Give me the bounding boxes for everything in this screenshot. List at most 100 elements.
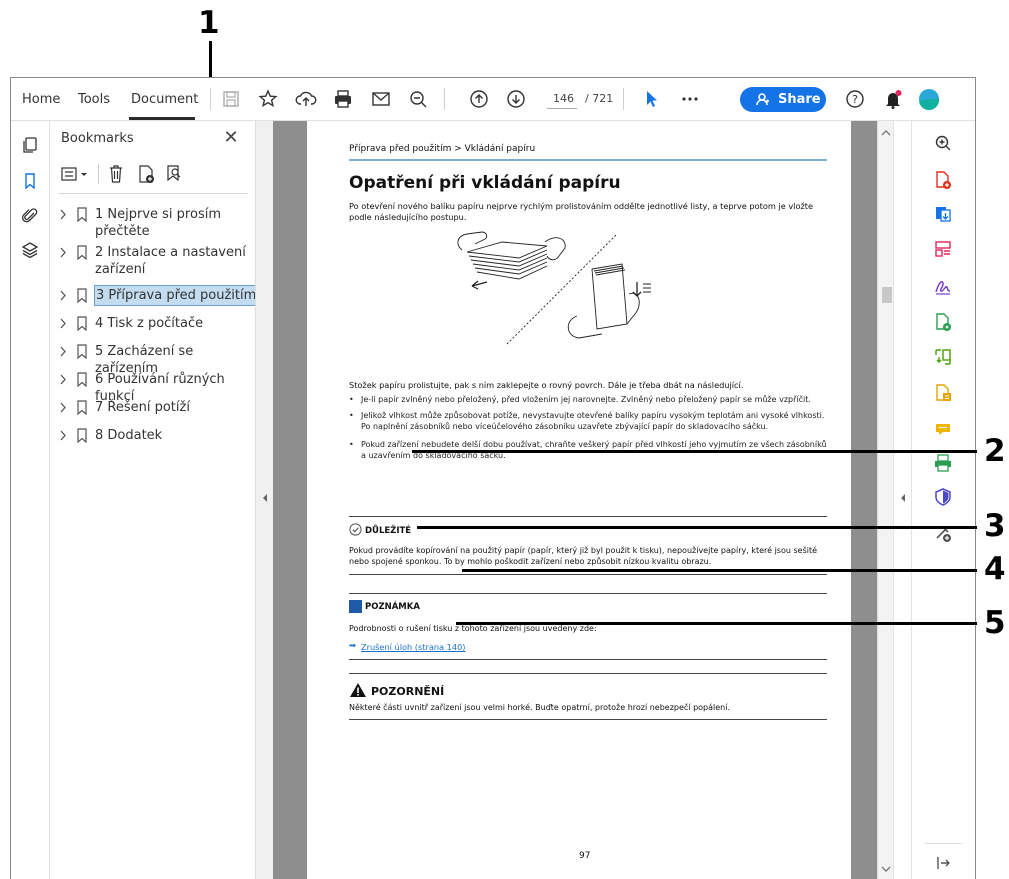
doc-rule [349,659,827,660]
star-icon[interactable] [256,87,280,111]
bookmark-item[interactable]: 2 Instalace a nastavení zařízení [50,244,255,278]
important-check-icon [349,523,362,536]
zoom-icon[interactable] [933,133,953,153]
doc-breadcrumb: Příprava před použitím > Vkládání papíru [349,144,536,154]
toolbar-separator [444,88,445,110]
bookmarks-divider [58,193,248,194]
doc-rule [349,593,827,594]
cloud-upload-icon[interactable] [294,87,318,111]
share-button-label: Share [778,92,821,107]
important-title: DŮLEŽITÉ [365,526,412,536]
panel-splitter[interactable] [255,121,274,879]
notification-icon[interactable] [881,87,905,111]
chevron-right-icon[interactable] [58,399,68,416]
compress-icon[interactable] [933,347,953,367]
export-pdf-icon[interactable] [933,204,953,224]
bookmark-item-selected[interactable]: 3 Příprava před použitím [50,285,259,306]
new-bookmark-icon[interactable] [136,163,156,185]
page-number-current[interactable]: 146 [553,92,574,105]
page-up-icon[interactable] [467,87,491,111]
print-icon[interactable] [331,87,355,111]
warning-title: POZORNĚNÍ [371,685,445,698]
bookmark-item[interactable]: 7 Řešení potíží [50,399,255,416]
more-icon[interactable] [678,87,702,111]
bookmark-label: 2 Instalace a nastavení zařízení [95,245,246,277]
chevron-right-icon[interactable] [58,206,68,223]
warning-text: Některé části uvnitř zařízení jsou velmi… [349,703,731,712]
chevron-right-icon[interactable] [58,315,68,332]
menu-document[interactable]: Document [131,92,198,107]
bookmark-label: 4 Tisk z počítače [95,316,204,331]
paper-fanning-illustration [457,231,651,345]
acrobat-window: Home Tools Document 146 / 721 Share ? Bo… [10,77,976,879]
attachment-icon[interactable] [20,206,40,226]
protect-icon[interactable] [933,487,953,507]
create-pdf-icon[interactable] [933,170,953,190]
menu-home[interactable]: Home [22,92,60,107]
callout-5-line [456,622,977,625]
note-icon [349,600,362,613]
request-signature-icon[interactable] [933,383,953,403]
active-tab-indicator [129,117,195,120]
note-text: Podrobnosti o rušení tisku z tohoto zaří… [349,624,597,633]
doc-intro-paragraph: Po otevření nového balíku papíru nejprve… [349,201,814,222]
find-bookmark-icon[interactable] [164,163,184,185]
callout-1: 1 [198,5,220,41]
fill-sign-icon[interactable] [933,277,953,297]
collapse-panel-icon[interactable] [933,853,953,873]
important-text: Pokud provádíte kopírování na použitý pa… [349,546,818,566]
left-navigation-rail [11,121,50,879]
bookmark-label: 8 Dodatek [95,428,163,443]
note-link[interactable]: Zrušení úloh (strana 140) [361,642,465,652]
bookmark-item[interactable]: 1 Nejprve si prosím přečtěte [50,206,255,240]
bookmark-options-icon[interactable] [60,164,90,184]
chevron-right-icon[interactable] [58,343,68,360]
expand-right-panel-icon[interactable] [899,493,907,503]
edit-pdf-icon[interactable] [933,312,953,332]
save-icon[interactable] [219,87,243,111]
zoom-out-icon[interactable] [406,87,430,111]
arrow-right-icon: ➡ [349,641,357,651]
layers-icon[interactable] [20,240,40,260]
collapse-left-icon[interactable] [261,493,269,503]
note-title: POZNÁMKA [365,602,420,612]
bookmark-item[interactable]: 6 Používání různých funkcí [50,371,255,404]
comment-icon[interactable] [933,419,953,439]
chevron-right-icon[interactable] [58,427,68,444]
organize-pages-icon[interactable] [933,239,953,259]
right-panel-splitter[interactable] [893,121,912,879]
right-tools-divider [924,843,962,844]
bookmark-item[interactable]: 8 Dodatek [50,427,255,444]
select-cursor-icon[interactable] [639,87,663,111]
doc-header-rule [349,159,827,161]
vertical-scrollbar[interactable] [877,121,894,879]
bookmark-icon [77,344,87,359]
scan-icon[interactable] [933,453,953,473]
bookmarks-panel: Bookmarks ✕ 1 Nejprve si prosím přečtěte … [50,121,259,879]
page-number-total: / 721 [585,92,614,105]
bookmark-item[interactable]: 4 Tisk z počítače [50,315,255,332]
help-icon[interactable]: ? [843,87,867,111]
bookmark-item[interactable]: 5 Zacházení se zařízením [50,343,255,376]
chevron-right-icon[interactable] [58,244,68,261]
profile-icon[interactable] [917,87,941,111]
menu-tools[interactable]: Tools [78,92,110,107]
chevron-right-icon[interactable] [58,287,68,304]
doc-rule [349,673,827,674]
share-button[interactable]: Share [740,87,826,112]
delete-icon[interactable] [106,163,126,185]
email-icon[interactable] [369,87,393,111]
scrollbar-thumb[interactable] [882,287,892,303]
close-icon[interactable]: ✕ [221,127,241,148]
doc-heading: Opatření při vkládání papíru [349,173,621,193]
bookmark-icon[interactable] [20,171,40,191]
page-thumbnails-icon[interactable] [20,135,40,155]
bookmark-icon [77,288,87,303]
callout-2-line [412,450,977,453]
bookmark-icon [77,400,87,415]
page-down-icon[interactable] [504,87,528,111]
chevron-right-icon[interactable] [58,371,68,388]
top-toolbar: Home Tools Document 146 / 721 Share ? [11,78,975,121]
scroll-down-icon[interactable] [881,865,891,873]
scroll-up-icon[interactable] [881,129,891,137]
